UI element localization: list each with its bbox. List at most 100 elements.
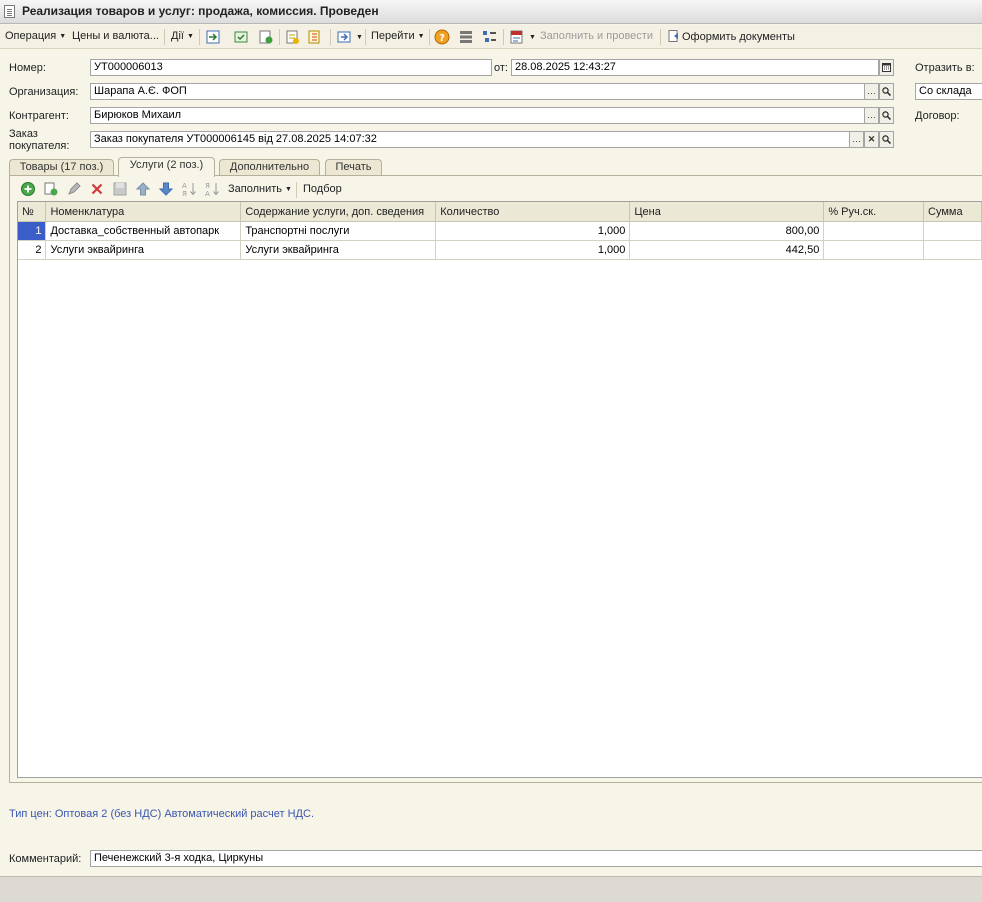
edit-row-icon[interactable]: [66, 181, 82, 197]
main-toolbar: Операция ▼ Цены и валюта... Дії ▼ ▼ Перейт…: [0, 25, 982, 49]
column-header-price[interactable]: Цена: [629, 202, 825, 222]
tab-services[interactable]: Услуги (2 поз.): [118, 157, 215, 177]
delete-row-icon[interactable]: [89, 181, 105, 197]
sort-ascending-icon[interactable]: AЯ: [181, 181, 197, 197]
fill-menu[interactable]: Заполнить ▼: [228, 183, 292, 195]
dropdown-arrow-icon[interactable]: ▼: [353, 31, 363, 43]
date-field[interactable]: 28.08.2025 12:43:27: [511, 59, 879, 76]
actions-label: Дії: [171, 30, 184, 42]
comment-label: Комментарий:: [9, 853, 82, 865]
magnifier-icon: [882, 135, 892, 145]
toolbar-separator: [660, 29, 661, 45]
dropdown-arrow-icon[interactable]: ▼: [526, 31, 536, 43]
create-based-on-icon[interactable]: [284, 29, 300, 45]
price-type-link[interactable]: Тип цен: Оптовая 2 (без НДС) Автоматичес…: [9, 808, 314, 820]
customer-order-label: Заказ покупателя:: [9, 128, 69, 152]
tab-additional[interactable]: Дополнительно: [219, 159, 320, 176]
number-field[interactable]: УТ000006013: [90, 59, 492, 76]
window-title: Реализация товаров и услуг: продажа, ком…: [22, 4, 379, 18]
go-to-menu[interactable]: Перейти ▼: [371, 30, 425, 42]
sum-cell[interactable]: [923, 240, 982, 260]
customer-order-label-line1: Заказ: [9, 128, 38, 140]
document-icon: [4, 5, 15, 18]
clear-icon[interactable]: ✕: [864, 131, 879, 148]
counterparty-open-button[interactable]: [879, 107, 894, 124]
end-edit-icon[interactable]: [112, 181, 128, 197]
manual-discount-cell[interactable]: [823, 240, 925, 260]
move-down-icon[interactable]: [158, 181, 174, 197]
comment-field[interactable]: Печенежский 3-я ходка, Циркуны: [90, 850, 982, 867]
reflect-in-label: Отразить в:: [915, 62, 975, 74]
toolbar-separator: [503, 29, 504, 45]
row-number-cell[interactable]: 2: [18, 240, 47, 260]
column-header-content[interactable]: Содержание услуги, доп. сведения: [240, 202, 437, 222]
item-cell[interactable]: Доставка_собственный автопарк: [45, 221, 242, 241]
refresh-document-icon[interactable]: [258, 29, 274, 45]
calendar-button[interactable]: [879, 59, 894, 76]
actions-menu[interactable]: Дії ▼: [171, 30, 194, 42]
make-documents-button[interactable]: Оформить документы: [668, 30, 795, 43]
tab-goods[interactable]: Товары (17 поз.): [9, 159, 114, 176]
price-cell[interactable]: 442,50: [629, 240, 825, 260]
status-bar: [0, 876, 982, 902]
organization-select-button[interactable]: …: [864, 83, 879, 100]
quantity-cell[interactable]: 1,000: [435, 221, 631, 241]
svg-text:Я: Я: [182, 190, 187, 197]
organization-field[interactable]: Шарапа А.Є. ФОП: [90, 83, 865, 100]
prices-and-currency-button[interactable]: Цены и валюта...: [72, 30, 159, 42]
content-cell[interactable]: Услуги эквайринга: [240, 240, 437, 260]
tab-print[interactable]: Печать: [325, 159, 382, 176]
item-cell[interactable]: Услуги эквайринга: [45, 240, 242, 260]
post-icon[interactable]: [233, 29, 249, 45]
xml-export-icon[interactable]: [509, 29, 525, 45]
document-movements-icon[interactable]: [306, 29, 322, 45]
toolbar-separator: [429, 29, 430, 45]
dropdown-arrow-icon: ▼: [285, 186, 292, 193]
report-structure-icon[interactable]: [336, 29, 352, 45]
table-row[interactable]: 1 Доставка_собственный автопарк Транспор…: [18, 221, 982, 241]
column-header-number[interactable]: №: [18, 202, 47, 222]
sort-descending-icon[interactable]: ЯA: [204, 181, 220, 197]
selection-button[interactable]: Подбор: [303, 183, 342, 195]
content-cell[interactable]: Транспортні послуги: [240, 221, 437, 241]
sum-cell[interactable]: [923, 221, 982, 241]
go-to-label: Перейти: [371, 30, 415, 42]
customer-order-field[interactable]: Заказ покупателя УТ000006145 від 27.08.2…: [90, 131, 850, 148]
help-icon[interactable]: ?: [434, 29, 450, 45]
fill-and-post-button[interactable]: Заполнить и провести: [540, 30, 653, 42]
counterparty-field[interactable]: Бирюков Михаил: [90, 107, 865, 124]
dropdown-arrow-icon: ▼: [186, 33, 194, 40]
column-header-quantity[interactable]: Количество: [435, 202, 631, 222]
copy-row-icon[interactable]: [43, 181, 59, 197]
calendar-icon: [882, 63, 891, 72]
column-header-item[interactable]: Номенклатура: [45, 202, 242, 222]
price-cell[interactable]: 800,00: [629, 221, 825, 241]
post-and-close-icon[interactable]: [205, 29, 221, 45]
counterparty-select-button[interactable]: …: [864, 107, 879, 124]
toolbar-separator: [164, 29, 165, 45]
organization-open-button[interactable]: [879, 83, 894, 100]
number-label: Номер:: [9, 62, 46, 74]
fill-label: Заполнить: [228, 183, 283, 195]
operation-menu[interactable]: Операция ▼: [5, 30, 66, 42]
customer-order-open-button[interactable]: [879, 131, 894, 148]
move-up-icon[interactable]: [135, 181, 151, 197]
toolbar-separator: [296, 182, 297, 198]
services-panel: AЯ ЯA Заполнить ▼ Подбор № Номенклатура С…: [9, 175, 982, 783]
tree-view-icon[interactable]: [481, 29, 497, 45]
column-header-sum[interactable]: Сумма: [923, 202, 982, 222]
date-label: от:: [494, 62, 508, 74]
row-number-cell[interactable]: 1: [18, 221, 47, 241]
toolbar-separator: [330, 29, 331, 45]
customer-order-label-line2: покупателя:: [9, 140, 70, 152]
list-view-icon[interactable]: [458, 29, 474, 45]
add-row-icon[interactable]: [20, 181, 36, 197]
warehouse-field[interactable]: Со склада: [915, 83, 982, 100]
magnifier-icon: [882, 87, 892, 97]
manual-discount-cell[interactable]: [823, 221, 925, 241]
quantity-cell[interactable]: 1,000: [435, 240, 631, 260]
customer-order-select-button[interactable]: …: [849, 131, 864, 148]
table-row[interactable]: 2 Услуги эквайринга Услуги эквайринга 1,…: [18, 240, 982, 260]
column-header-manual-discount[interactable]: % Руч.ск.: [823, 202, 925, 222]
counterparty-label: Контрагент:: [9, 110, 69, 122]
